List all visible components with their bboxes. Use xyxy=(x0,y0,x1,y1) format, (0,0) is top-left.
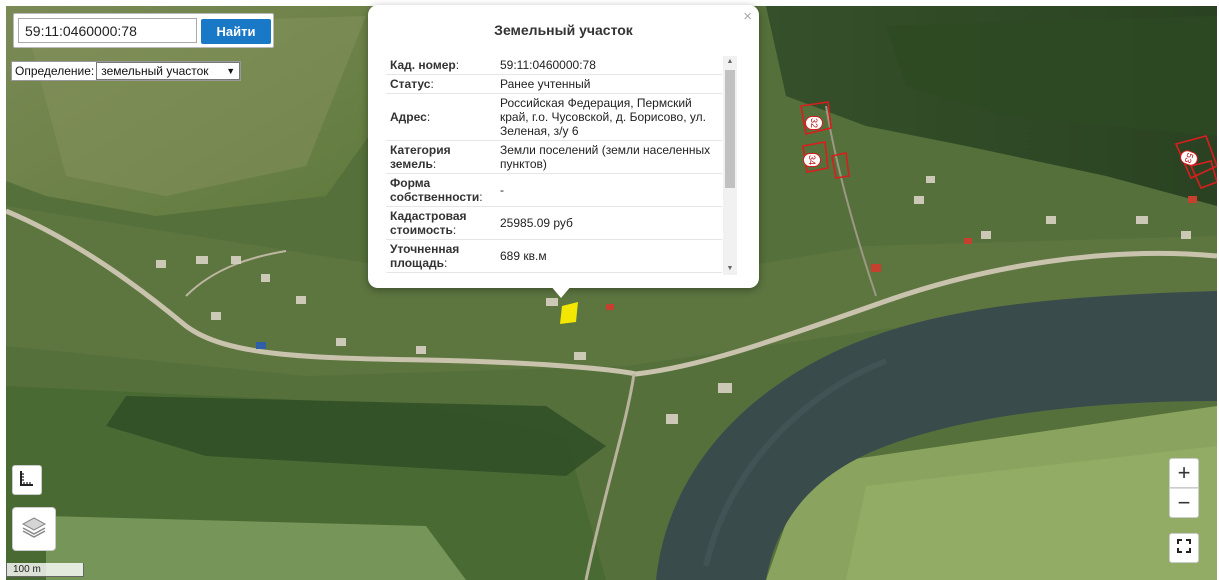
ruler-icon xyxy=(19,470,35,491)
colon: : xyxy=(432,157,437,171)
scale-bar: 100 m xyxy=(6,563,84,577)
attribute-row: Статус: Ранее учтенный xyxy=(386,74,722,94)
scroll-down-icon[interactable]: ▼ xyxy=(723,263,737,275)
fullscreen-button[interactable] xyxy=(1169,533,1199,563)
attribute-key-text: Кад. номер xyxy=(390,58,456,72)
zoom-in-button[interactable]: + xyxy=(1169,458,1199,488)
attribute-value: 689 кв.м xyxy=(496,239,722,273)
attribute-key-text: Категория земель xyxy=(390,143,451,171)
colon: : xyxy=(443,256,448,270)
colon: : xyxy=(455,58,460,72)
popup-pointer xyxy=(550,285,572,298)
fullscreen-icon xyxy=(1177,538,1191,558)
parcel-info-popup: × Земельный участок Кад. номер: 59:11:046… xyxy=(368,5,759,288)
attribute-row: Кадастровая стоимость: 25985.09 руб xyxy=(386,206,722,240)
attribute-row: Адрес: Российская Федерация, Пермский кра… xyxy=(386,93,722,141)
attribute-row: Форма собственности: - xyxy=(386,173,722,207)
attribute-value: 25985.09 руб xyxy=(496,206,722,240)
zoom-out-button[interactable]: − xyxy=(1169,488,1199,518)
colon: : xyxy=(479,190,483,204)
attribute-value: Ранее учтенный xyxy=(496,74,722,94)
chevron-down-icon: ▼ xyxy=(226,66,236,76)
attribute-key-text: Уточненная площадь xyxy=(390,242,460,270)
find-button[interactable]: Найти xyxy=(201,19,271,44)
cadastral-search-input[interactable] xyxy=(18,18,197,43)
attribute-value: 59:11:0460000:78 xyxy=(496,56,722,75)
parcel-label: 32 xyxy=(805,116,823,130)
attribute-value: Российская Федерация, Пермский край, г.о… xyxy=(496,93,722,141)
attribute-key: Кадастровая стоимость: xyxy=(386,206,496,240)
popup-content[interactable]: Кад. номер: 59:11:0460000:78 Статус: Ранее … xyxy=(386,56,740,275)
attribute-key-text: Адрес xyxy=(390,110,427,124)
attribute-table: Кад. номер: 59:11:0460000:78 Статус: Ранее … xyxy=(386,56,722,273)
attribute-key: Кад. номер: xyxy=(386,56,496,75)
parcel-label: 34 xyxy=(803,153,821,167)
attribute-row: Категория земель: Земли поселений (земли … xyxy=(386,140,722,174)
definition-select[interactable]: земельный участок ▼ xyxy=(96,62,241,80)
attribute-value: Земли поселений (земли населенных пункто… xyxy=(496,140,722,174)
search-panel: Найти xyxy=(13,13,274,48)
attribute-row: Уточненная площадь: 689 кв.м xyxy=(386,239,722,273)
colon: : xyxy=(452,223,457,237)
attribute-key-text: Статус xyxy=(390,77,431,91)
scroll-thumb[interactable] xyxy=(725,70,735,188)
definition-control: Определение: земельный участок ▼ xyxy=(11,61,242,81)
definition-label: Определение: xyxy=(15,64,95,78)
layers-icon xyxy=(21,515,47,544)
attribute-key-text: Форма собственности xyxy=(390,176,480,204)
colon: : xyxy=(426,110,431,124)
attribute-key: Уточненная площадь: xyxy=(386,239,496,273)
attribute-key: Форма собственности: xyxy=(386,173,496,207)
ruler-button[interactable] xyxy=(12,465,42,495)
attribute-row: Кад. номер: 59:11:0460000:78 xyxy=(386,56,722,75)
attribute-key: Адрес: xyxy=(386,93,496,141)
scroll-up-icon[interactable]: ▲ xyxy=(723,56,737,68)
definition-selected-value: земельный участок xyxy=(101,64,209,78)
attribute-key: Статус: xyxy=(386,74,496,94)
popup-scrollbar[interactable]: ▲ ▼ xyxy=(723,56,737,275)
attribute-value: - xyxy=(496,173,722,207)
popup-title: Земельный участок xyxy=(494,22,633,38)
attribute-key: Категория земель: xyxy=(386,140,496,174)
layers-button[interactable] xyxy=(12,507,56,551)
colon: : xyxy=(430,77,434,91)
